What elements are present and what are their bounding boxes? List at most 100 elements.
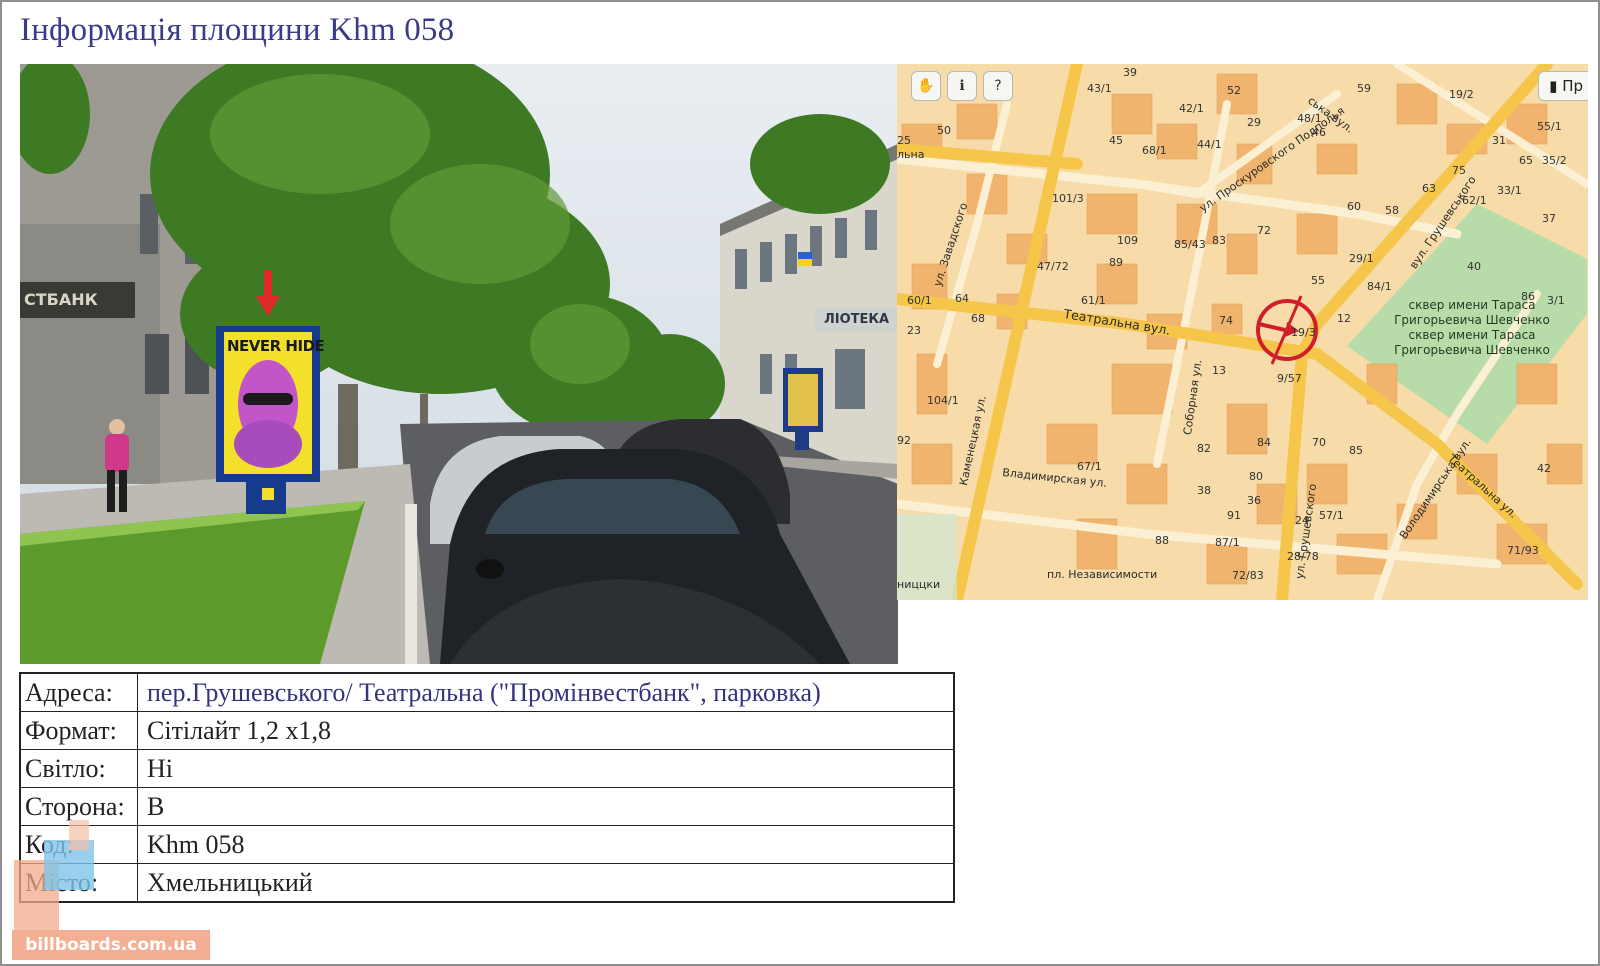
street-label: льна bbox=[897, 148, 925, 161]
house-number: 60/1 bbox=[907, 294, 932, 307]
house-number: 85/43 bbox=[1174, 238, 1206, 251]
placement-info-table: Адреса: пер.Грушевського/ Театральна ("Пр… bbox=[19, 672, 955, 903]
house-number: 42/1 bbox=[1179, 102, 1204, 115]
house-number: 12 bbox=[1337, 312, 1351, 325]
info-label: Формат: bbox=[19, 711, 138, 750]
house-number: 3/1 bbox=[1547, 294, 1565, 307]
building-sign: ЛІОТЕКА bbox=[815, 308, 898, 332]
house-number: 91 bbox=[1227, 509, 1241, 522]
info-value: Khm 058 bbox=[137, 825, 955, 864]
info-row: Місто:Хмельницький bbox=[19, 863, 955, 903]
info-value: Хмельницький bbox=[137, 863, 955, 903]
house-number: 68 bbox=[971, 312, 985, 325]
info-row: Адреса: пер.Грушевського/ Театральна ("Пр… bbox=[19, 672, 955, 712]
house-number: 80 bbox=[1249, 470, 1263, 483]
house-number: 50 bbox=[937, 124, 951, 137]
house-number: 71/93 bbox=[1507, 544, 1539, 557]
house-number: 88 bbox=[1155, 534, 1169, 547]
house-number: 23 bbox=[907, 324, 921, 337]
house-number: 87/1 bbox=[1215, 536, 1240, 549]
print-icon: ▮ bbox=[1549, 77, 1563, 95]
house-number: 86 bbox=[1521, 290, 1535, 303]
page-title: Інформація площини Khm 058 bbox=[20, 12, 455, 48]
house-number: 89 bbox=[1109, 256, 1123, 269]
house-number: 85 bbox=[1349, 444, 1363, 457]
house-number: 42 bbox=[1537, 462, 1551, 475]
house-number: 52 bbox=[1227, 84, 1241, 97]
house-number: 84 bbox=[1257, 436, 1271, 449]
house-number: 62/1 bbox=[1462, 194, 1487, 207]
info-value: Сітілайт 1,2 х1,8 bbox=[137, 711, 955, 750]
street-photo: СТБАНК ЛІОТЕКА NEVER HIDE bbox=[20, 64, 898, 664]
house-number: 61/1 bbox=[1081, 294, 1106, 307]
house-number: 38 bbox=[1197, 484, 1211, 497]
house-number: 37 bbox=[1542, 212, 1556, 225]
house-number: 13 bbox=[1212, 364, 1226, 377]
house-number: 29 bbox=[1247, 116, 1261, 129]
house-number: 55 bbox=[1311, 274, 1325, 287]
house-number: 109 bbox=[1117, 234, 1138, 247]
house-number: 84/1 bbox=[1367, 280, 1392, 293]
info-value: Hi bbox=[137, 749, 955, 788]
street-label: пл. Независимости bbox=[1047, 568, 1158, 581]
house-number: 35/2 bbox=[1542, 154, 1567, 167]
house-number: 92 bbox=[897, 434, 911, 447]
help-tool-button[interactable]: ? bbox=[983, 71, 1013, 101]
house-number: 43/1 bbox=[1087, 82, 1112, 95]
site-logo-text: billboards.com.ua bbox=[12, 930, 210, 960]
house-number: 36 bbox=[1247, 494, 1261, 507]
house-number: 59 bbox=[1357, 82, 1371, 95]
house-number: 44/1 bbox=[1197, 138, 1222, 151]
street-label: ниццки bbox=[897, 578, 941, 591]
house-number: 24 bbox=[1295, 514, 1309, 527]
info-value: B bbox=[137, 787, 955, 826]
house-number: 48/1 bbox=[1297, 112, 1322, 125]
house-number: 29/1 bbox=[1349, 252, 1374, 265]
bank-sign: СТБАНК bbox=[20, 282, 135, 318]
house-number: 74 bbox=[1219, 314, 1233, 327]
info-tool-button[interactable]: ℹ bbox=[947, 71, 977, 101]
house-number: 25 bbox=[897, 134, 911, 147]
house-number: 39 bbox=[1123, 66, 1137, 79]
house-number: 40 bbox=[1467, 260, 1481, 273]
location-map[interactable]: Театральна вул. ул. Проскуровского Подпо… bbox=[897, 64, 1588, 600]
house-number: 82 bbox=[1197, 442, 1211, 455]
advertisement-headline: NEVER HIDE bbox=[227, 337, 325, 355]
house-number: 75 bbox=[1452, 164, 1466, 177]
house-number: 68/1 bbox=[1142, 144, 1167, 157]
house-number: 45 bbox=[1109, 134, 1123, 147]
house-number: 83 bbox=[1212, 234, 1226, 247]
house-number: 72/83 bbox=[1232, 569, 1264, 582]
hand-tool-button[interactable]: ✋ bbox=[911, 71, 941, 101]
info-label: Світло: bbox=[19, 749, 138, 788]
house-number: 9/57 bbox=[1277, 372, 1302, 385]
house-number: 47/72 bbox=[1037, 260, 1069, 273]
info-row: Світло: Hi bbox=[19, 749, 955, 788]
house-number: 33/1 bbox=[1497, 184, 1522, 197]
house-number: 101/3 bbox=[1052, 192, 1084, 205]
billboards-logo-mark bbox=[14, 820, 94, 930]
house-number: 31 bbox=[1492, 134, 1506, 147]
house-number: 19/3 bbox=[1291, 326, 1316, 339]
house-number: 19/2 bbox=[1449, 88, 1474, 101]
house-number: 57/1 bbox=[1319, 509, 1344, 522]
info-row: Формат: Сітілайт 1,2 х1,8 bbox=[19, 711, 955, 750]
house-number: 63 bbox=[1422, 182, 1436, 195]
info-label: Адреса: bbox=[19, 672, 138, 712]
house-number: 104/1 bbox=[927, 394, 959, 407]
house-number: 46 bbox=[1312, 126, 1326, 139]
house-number: 65 bbox=[1519, 154, 1533, 167]
map-toolbar: ✋ ℹ ? bbox=[911, 71, 1013, 101]
house-number: 58 bbox=[1385, 204, 1399, 217]
info-row: Код:Khm 058 bbox=[19, 825, 955, 864]
house-number: 55/1 bbox=[1537, 120, 1562, 133]
house-number: 70 bbox=[1312, 436, 1326, 449]
park-label: сквер имени Тараса Григорьевича Шевченко … bbox=[1394, 298, 1550, 357]
house-number: 28/78 bbox=[1287, 550, 1319, 563]
map-print-button[interactable]: ▮ Пр bbox=[1538, 71, 1588, 101]
house-number: 72 bbox=[1257, 224, 1271, 237]
house-number: 60 bbox=[1347, 200, 1361, 213]
house-number: 67/1 bbox=[1077, 460, 1102, 473]
house-number: 64 bbox=[955, 292, 969, 305]
info-value: пер.Грушевського/ Театральна ("Промінвес… bbox=[137, 672, 955, 712]
